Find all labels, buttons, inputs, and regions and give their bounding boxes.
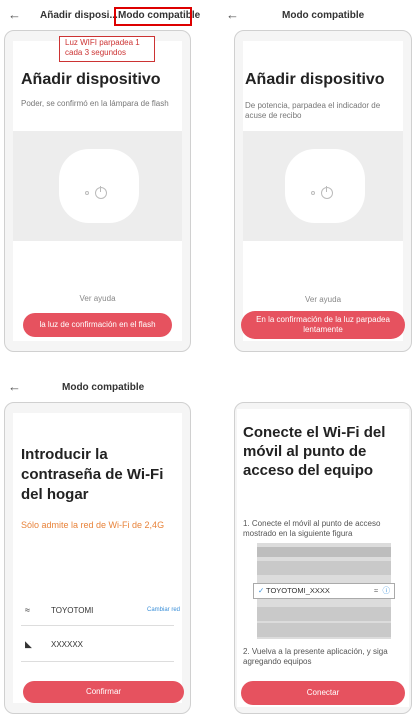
wifi-icon: ≈ (373, 586, 378, 595)
device-card: Añadir dispositivo De potencia, parpadea… (234, 30, 412, 352)
confirm-button[interactable]: Confirmar (23, 681, 184, 703)
password-row[interactable]: ◣ XXXXXX (13, 639, 182, 655)
lock-icon: ◣ (25, 639, 32, 649)
device-illustration (243, 131, 403, 241)
info-icon: ⓘ (382, 586, 391, 595)
annotation-callout: Luz WIFI parpadea 1 cada 3 segundos (59, 36, 155, 62)
device-body (285, 149, 365, 223)
help-link[interactable]: Ver ayuda (243, 295, 403, 304)
connect-button[interactable]: Conectar (241, 681, 405, 705)
password-card: Introducir la contraseña de Wi-Fi del ho… (4, 402, 191, 714)
power-icon (95, 186, 107, 199)
check-icon: ✓ (258, 586, 265, 595)
nav-title: Modo compatible (282, 10, 365, 21)
highlight-box (114, 7, 192, 26)
device-card: Añadir dispositivo Poder, se confirmó en… (4, 30, 191, 352)
confirm-slow-blink-button[interactable]: En la confirmación de la luz parpadea le… (241, 311, 405, 339)
nav-title: Modo compatible (62, 382, 145, 393)
help-link[interactable]: Ver ayuda (13, 294, 182, 303)
divider (21, 661, 174, 662)
device-illustration (13, 131, 182, 241)
card-content: Añadir dispositivo Poder, se confirmó en… (13, 41, 182, 341)
device-body (59, 149, 139, 223)
back-arrow-icon[interactable]: ← (8, 8, 22, 21)
nav-bar: ← Modo compatible (204, 0, 412, 30)
wifi-icon: ≈ (25, 605, 30, 615)
wifi-list-item (257, 623, 391, 637)
page-title: Conecte el Wi-Fi del móvil al punto de a… (243, 424, 386, 479)
connect-card: Conecte el Wi-Fi del móvil al punto de a… (234, 402, 412, 714)
back-arrow-icon[interactable]: ← (226, 8, 240, 21)
divider (21, 625, 174, 626)
indicator-dot (311, 191, 315, 195)
card-content: Añadir dispositivo De potencia, parpadea… (241, 41, 405, 341)
selected-network-row: ✓ TOYOTOMI_XXXX ≈ ⓘ (253, 583, 395, 599)
selected-network-name: TOYOTOMI_XXXX (266, 586, 330, 595)
screen-add-device-1: ← Añadir disposi... Modo compatible Añad… (0, 0, 200, 356)
step-1-text: 1. Conecte el móvil al punto de acceso m… (243, 519, 381, 538)
password-input[interactable]: XXXXXX (51, 640, 83, 649)
change-network-link[interactable]: Cambiar red (147, 607, 180, 613)
wifi-list-header (257, 547, 391, 557)
power-icon (321, 186, 333, 199)
step-2-text: 2. Vuelva a la presente aplicación, y si… (243, 647, 388, 666)
ssid-value: TOYOTOMI (51, 606, 94, 615)
card-content: Introducir la contraseña de Wi-Fi del ho… (13, 413, 184, 703)
wifi-list-screenshot: ✓ TOYOTOMI_XXXX ≈ ⓘ (253, 543, 395, 639)
wifi-list-item (257, 607, 391, 621)
screen-wifi-password: ← Modo compatible Introducir la contrase… (0, 372, 200, 716)
page-title: Añadir dispositivo (245, 71, 385, 88)
screen-connect-hotspot: Conecte el Wi-Fi del móvil al punto de a… (204, 372, 412, 716)
back-arrow-icon[interactable]: ← (8, 380, 22, 393)
wifi-list-item (257, 561, 391, 575)
instruction-text: Poder, se confirmó en la lámpara de flas… (21, 99, 169, 108)
card-content: Conecte el Wi-Fi del móvil al punto de a… (237, 409, 409, 707)
nav-bar: ← Modo compatible (0, 372, 200, 402)
page-title: Añadir dispositivo (21, 71, 161, 88)
confirm-flash-button[interactable]: la luz de confirmación en el flash (23, 313, 172, 337)
page-title: Introducir la contraseña de Wi-Fi del ho… (21, 446, 164, 503)
indicator-dot (85, 191, 89, 195)
nav-title-prefix: Añadir disposi... (40, 10, 118, 21)
screen-add-device-2: ← Modo compatible Añadir dispositivo De … (204, 0, 412, 356)
instruction-text: De potencia, parpadea el indicador de ac… (245, 101, 381, 120)
network-note: Sólo admite la red de Wi-Fi de 2,4G (21, 520, 165, 530)
ssid-row[interactable]: ≈ TOYOTOMI Cambiar red (13, 605, 182, 621)
